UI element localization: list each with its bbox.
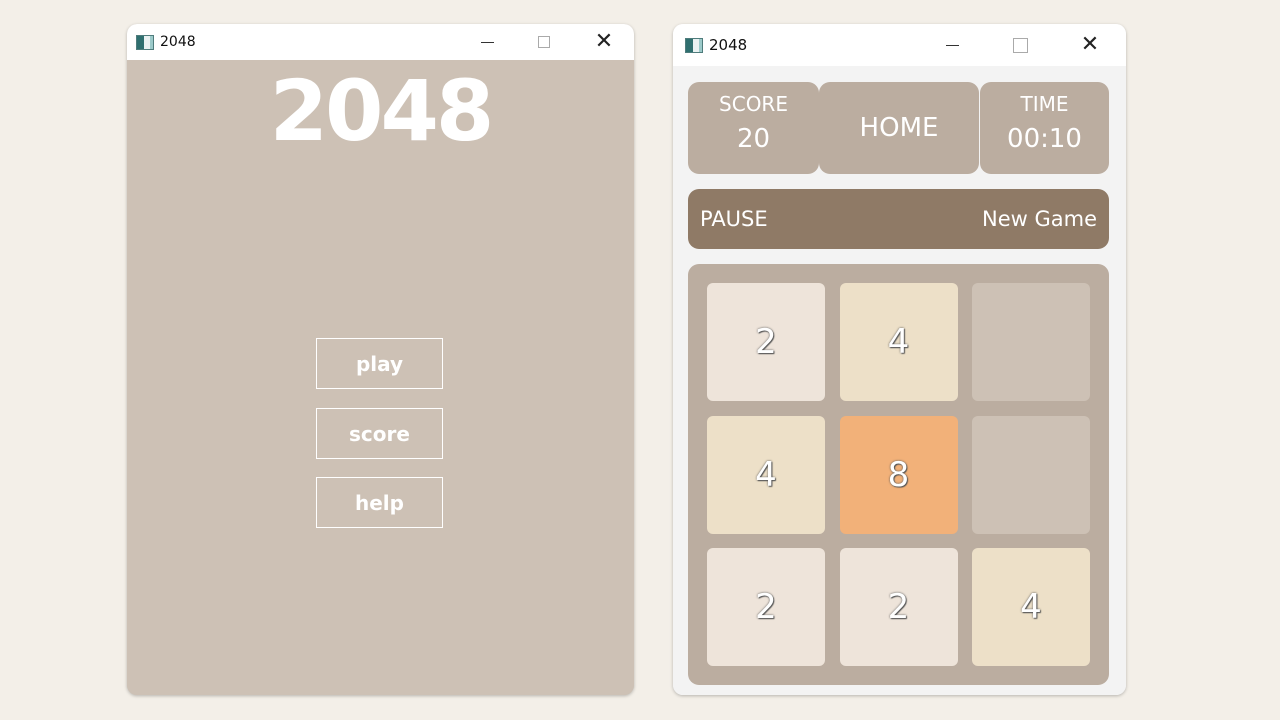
menu-area: 2048 play score help bbox=[127, 60, 634, 695]
tile-empty bbox=[972, 415, 1090, 534]
score-button[interactable]: score bbox=[316, 408, 443, 459]
score-value: 20 bbox=[736, 124, 771, 154]
minimize-button[interactable] bbox=[932, 24, 972, 66]
pause-button[interactable]: PAUSE bbox=[700, 207, 768, 231]
tile-4: 4 bbox=[972, 548, 1090, 666]
tile-2: 2 bbox=[707, 548, 825, 666]
window-title: 2048 bbox=[160, 34, 196, 50]
close-button[interactable]: ✕ bbox=[584, 24, 624, 60]
help-button[interactable]: help bbox=[316, 477, 443, 528]
tile-4: 4 bbox=[707, 415, 825, 534]
close-icon: ✕ bbox=[1080, 32, 1100, 57]
window-title: 2048 bbox=[709, 36, 748, 54]
minimize-icon bbox=[480, 41, 494, 43]
game-area: SCORE 20 HOME TIME 00:10 PAUSE New Game … bbox=[673, 66, 1126, 695]
maximize-button[interactable] bbox=[1000, 24, 1040, 66]
maximize-button[interactable] bbox=[524, 24, 564, 60]
minimize-button[interactable] bbox=[467, 24, 507, 60]
tile-empty bbox=[972, 283, 1090, 401]
game-window: 2048 ✕ SCORE 20 HOME TIME 00:10 PAUSE Ne… bbox=[673, 24, 1126, 695]
menu-window: 2048 ✕ 2048 play score help bbox=[127, 24, 634, 695]
home-button[interactable]: HOME bbox=[819, 82, 979, 174]
time-label: TIME bbox=[1020, 92, 1069, 116]
tile-2: 2 bbox=[839, 548, 958, 666]
new-game-button[interactable]: New Game bbox=[982, 207, 1097, 231]
minimize-icon bbox=[945, 44, 959, 46]
score-box: SCORE 20 bbox=[688, 82, 819, 174]
tile-4: 4 bbox=[839, 283, 958, 401]
game-board: 2448224 bbox=[688, 264, 1109, 685]
title-bar: 2048 ✕ bbox=[673, 24, 1126, 66]
score-label: SCORE bbox=[719, 92, 788, 116]
tile-8: 8 bbox=[839, 415, 958, 534]
time-value: 00:10 bbox=[1007, 124, 1082, 154]
maximize-icon bbox=[538, 36, 550, 48]
app-icon bbox=[685, 37, 703, 53]
play-button[interactable]: play bbox=[316, 338, 443, 389]
close-button[interactable]: ✕ bbox=[1070, 24, 1110, 66]
close-icon: ✕ bbox=[594, 29, 614, 54]
tile-2: 2 bbox=[707, 283, 825, 401]
maximize-icon bbox=[1012, 37, 1028, 53]
app-icon bbox=[136, 34, 154, 50]
action-bar: PAUSE New Game bbox=[688, 189, 1109, 249]
time-box: TIME 00:10 bbox=[980, 82, 1109, 174]
logo-title: 2048 bbox=[269, 62, 495, 160]
title-bar: 2048 ✕ bbox=[127, 24, 634, 60]
